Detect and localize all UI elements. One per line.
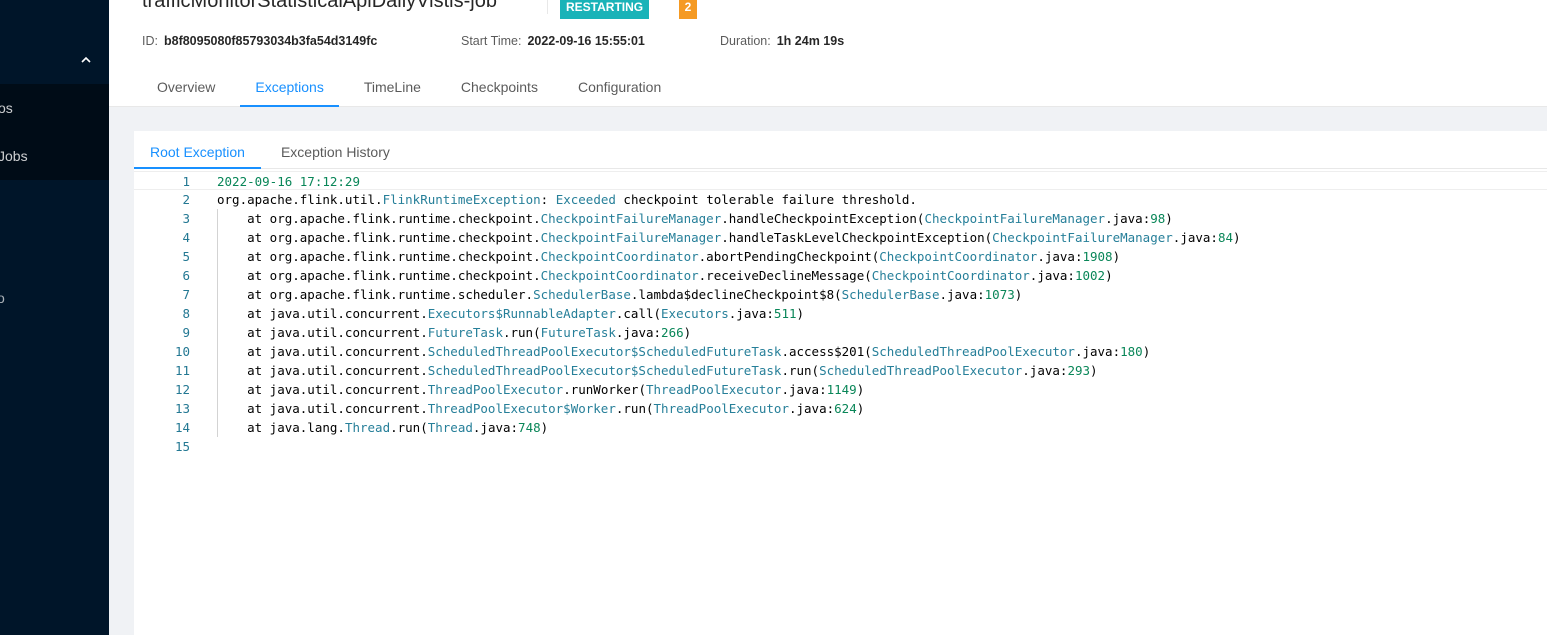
line-number: 14	[174, 420, 190, 435]
line-number: 9	[182, 325, 190, 340]
line-text: at java.util.concurrent.ThreadPoolExecut…	[217, 401, 865, 416]
line-number: 5	[182, 249, 190, 264]
line-number: 4	[182, 230, 190, 245]
indent-guide	[217, 209, 218, 437]
sidebar-item-completed-jobs[interactable]: Jobs	[0, 136, 28, 176]
start-time-value: 2022-09-16 15:55:01	[527, 34, 645, 48]
job-header: trafficMonitorStatisticalApiDailyVistis-…	[109, 0, 1547, 107]
duration-label: Duration:	[720, 34, 771, 48]
line-text: at org.apache.flink.runtime.checkpoint.C…	[217, 249, 1121, 264]
line-number: 11	[174, 363, 190, 378]
page-title: trafficMonitorStatisticalApiDailyVistis-…	[142, 0, 497, 12]
code-line: 15	[134, 437, 1547, 456]
line-number: 6	[182, 268, 190, 283]
line-text: at java.lang.Thread.run(Thread.java:748)	[217, 420, 549, 435]
sidebar-submenu: os Jobs	[0, 84, 109, 180]
job-duration: Duration: 1h 24m 19s	[720, 34, 844, 48]
line-text: at java.util.concurrent.FutureTask.run(F…	[217, 325, 692, 340]
code-line: 7 at org.apache.flink.runtime.scheduler.…	[134, 285, 1547, 304]
code-line: 8 at java.util.concurrent.Executors$Runn…	[134, 304, 1547, 323]
sidebar: os Jobs o	[0, 0, 109, 635]
tab-checkpoints[interactable]: Checkpoints	[446, 68, 553, 107]
job-id-value: b8f8095080f85793034b3fa54d3149fc	[163, 34, 378, 48]
chevron-up-icon[interactable]	[80, 54, 92, 66]
job-start-time: Start Time: 2022-09-16 15:55:01	[461, 34, 645, 48]
tab-exceptions[interactable]: Exceptions	[240, 68, 339, 107]
tab-timeline[interactable]: TimeLine	[349, 68, 436, 107]
line-text: at java.util.concurrent.ScheduledThreadP…	[217, 344, 1151, 359]
line-text: at java.util.concurrent.Executors$Runnab…	[217, 306, 805, 321]
line-number: 15	[174, 439, 190, 454]
code-line: 5 at org.apache.flink.runtime.checkpoint…	[134, 247, 1547, 266]
line-text: at java.util.concurrent.ThreadPoolExecut…	[217, 382, 865, 397]
title-divider	[547, 0, 548, 14]
line-number: 3	[182, 211, 190, 226]
job-id-label: ID:	[142, 34, 158, 48]
line-number: 1	[182, 174, 190, 189]
code-line: 13 at java.util.concurrent.ThreadPoolExe…	[134, 399, 1547, 418]
count-badge: 2	[679, 0, 697, 19]
tab-exception-history[interactable]: Exception History	[265, 131, 406, 169]
sidebar-item-fragment[interactable]: o	[0, 290, 5, 306]
code-line: 1 2022-09-16 17:12:29	[134, 171, 1547, 190]
code-line: 3 at org.apache.flink.runtime.checkpoint…	[134, 209, 1547, 228]
status-badge: RESTARTING	[560, 0, 650, 19]
line-number: 7	[182, 287, 190, 302]
code-line: 2 org.apache.flink.util.FlinkRuntimeExcep…	[134, 190, 1547, 209]
start-time-label: Start Time:	[461, 34, 522, 48]
exceptions-panel: Root Exception Exception History 1 2022-0…	[134, 131, 1547, 635]
line-text: at org.apache.flink.runtime.checkpoint.C…	[217, 268, 1113, 283]
tab-overview[interactable]: Overview	[142, 68, 230, 107]
line-number: 13	[174, 401, 190, 416]
job-id: ID: b8f8095080f85793034b3fa54d3149fc	[142, 34, 377, 48]
tab-root-exception[interactable]: Root Exception	[134, 131, 261, 169]
line-text: at org.apache.flink.runtime.checkpoint.C…	[217, 211, 1173, 226]
code-line: 4 at org.apache.flink.runtime.checkpoint…	[134, 228, 1547, 247]
tab-configuration[interactable]: Configuration	[563, 68, 676, 107]
duration-value: 1h 24m 19s	[776, 34, 845, 48]
line-number: 12	[174, 382, 190, 397]
job-tabs: Overview Exceptions TimeLine Checkpoints…	[142, 68, 686, 107]
code-line: 10 at java.util.concurrent.ScheduledThre…	[134, 342, 1547, 361]
code-line: 12 at java.util.concurrent.ThreadPoolExe…	[134, 380, 1547, 399]
line-number: 2	[182, 192, 190, 207]
code-line: 11 at java.util.concurrent.ScheduledThre…	[134, 361, 1547, 380]
exception-subtabs: Root Exception Exception History	[134, 131, 1547, 169]
line-text: 2022-09-16 17:12:29	[217, 174, 360, 189]
line-number: 8	[182, 306, 190, 321]
line-text: at java.util.concurrent.ScheduledThreadP…	[217, 363, 1098, 378]
exception-code-editor[interactable]: 1 2022-09-16 17:12:29 2 org.apache.flink.ut…	[134, 169, 1547, 635]
sidebar-item-running-jobs[interactable]: os	[0, 88, 13, 128]
line-text: at org.apache.flink.runtime.scheduler.Sc…	[217, 287, 1023, 302]
line-number: 10	[174, 344, 190, 359]
line-text: at org.apache.flink.runtime.checkpoint.C…	[217, 230, 1241, 245]
code-line: 9 at java.util.concurrent.FutureTask.run…	[134, 323, 1547, 342]
code-line: 6 at org.apache.flink.runtime.checkpoint…	[134, 266, 1547, 285]
code-line: 14 at java.lang.Thread.run(Thread.java:7…	[134, 418, 1547, 437]
line-text: org.apache.flink.util.FlinkRuntimeExcept…	[217, 192, 917, 207]
